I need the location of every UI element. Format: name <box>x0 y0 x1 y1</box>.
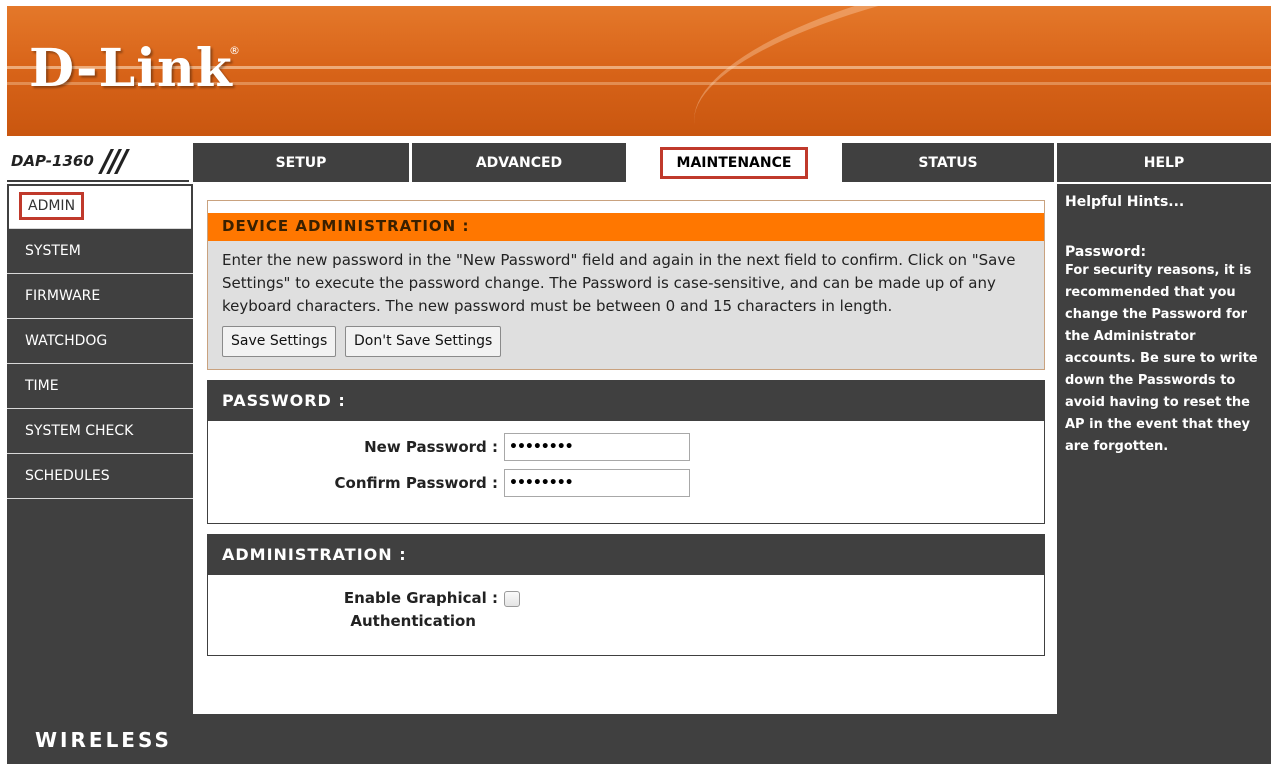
tab-maintenance[interactable]: MAINTENANCE <box>629 143 839 182</box>
sidebar-item-label: FIRMWARE <box>25 288 101 304</box>
model-badge: DAP-1360 /// <box>7 140 189 182</box>
graphical-auth-checkbox[interactable] <box>504 591 520 607</box>
sidebar-item-label: TIME <box>25 378 59 394</box>
tab-setup[interactable]: SETUP <box>193 143 409 182</box>
header-banner: D-Link ® <box>7 6 1271 136</box>
model-slash-icon: /// <box>101 144 128 179</box>
sidebar: ADMIN SYSTEM FIRMWARE WATCHDOG TIME SYST… <box>7 184 193 714</box>
main-content: DEVICE ADMINISTRATION : Enter the new pa… <box>193 184 1057 714</box>
section-title: PASSWORD : <box>208 381 1044 421</box>
tab-label: ADVANCED <box>475 154 563 171</box>
device-admin-description: Enter the new password in the "New Passw… <box>222 251 1016 315</box>
password-section: PASSWORD : New Password : •••••••• Confi… <box>207 380 1045 524</box>
footer: WIRELESS <box>7 714 1271 764</box>
section-title: DEVICE ADMINISTRATION : <box>208 201 1044 241</box>
sidebar-item-label: WATCHDOG <box>25 333 108 349</box>
registered-mark: ® <box>229 44 240 57</box>
sidebar-item-watchdog[interactable]: WATCHDOG <box>7 319 193 364</box>
sidebar-item-label: SYSTEM <box>25 243 81 259</box>
tab-label: SETUP <box>275 154 327 171</box>
graphical-auth-label-line2: Authentication <box>350 612 476 630</box>
tab-help[interactable]: HELP <box>1057 143 1271 182</box>
save-settings-button[interactable]: Save Settings <box>222 326 337 357</box>
tab-status[interactable]: STATUS <box>842 143 1054 182</box>
device-administration-section: DEVICE ADMINISTRATION : Enter the new pa… <box>207 200 1045 370</box>
top-nav: DAP-1360 /// SETUP ADVANCED MAINTENANCE … <box>7 140 1271 182</box>
confirm-password-label: Confirm Password : <box>334 474 498 492</box>
dont-save-settings-button[interactable]: Don't Save Settings <box>345 326 502 357</box>
administration-section: ADMINISTRATION : Enable Graphical : Auth… <box>207 534 1045 656</box>
section-title: ADMINISTRATION : <box>208 535 1044 575</box>
sidebar-item-label: SCHEDULES <box>25 468 110 484</box>
sidebar-item-label: SYSTEM CHECK <box>25 423 134 439</box>
confirm-password-field[interactable]: •••••••• <box>504 469 690 497</box>
tab-label: HELP <box>1143 154 1185 171</box>
sidebar-item-firmware[interactable]: FIRMWARE <box>7 274 193 319</box>
sidebar-item-label: ADMIN <box>19 192 85 220</box>
sidebar-item-admin[interactable]: ADMIN <box>9 186 191 229</box>
help-subtitle: Password: <box>1065 244 1147 260</box>
help-panel: Helpful Hints... Password: For security … <box>1057 184 1271 714</box>
new-password-field[interactable]: •••••••• <box>504 433 690 461</box>
tab-label: MAINTENANCE <box>659 146 809 179</box>
help-title: Helpful Hints... <box>1065 194 1185 210</box>
footer-wireless-text: WIRELESS <box>35 728 172 752</box>
help-body: For security reasons, it is recommended … <box>1065 263 1258 454</box>
router-admin-page: D-Link ® DAP-1360 /// SETUP ADVANCED MAI… <box>7 6 1271 764</box>
sidebar-item-system-check[interactable]: SYSTEM CHECK <box>7 409 193 454</box>
new-password-label: New Password : <box>364 438 498 456</box>
model-label: DAP-1360 <box>11 152 94 170</box>
sidebar-item-time[interactable]: TIME <box>7 364 193 409</box>
tab-advanced[interactable]: ADVANCED <box>412 143 626 182</box>
sidebar-item-schedules[interactable]: SCHEDULES <box>7 454 193 499</box>
sidebar-item-system[interactable]: SYSTEM <box>7 229 193 274</box>
dlink-logo: D-Link <box>29 38 233 99</box>
graphical-auth-label: Enable Graphical : <box>343 589 498 607</box>
tab-label: STATUS <box>918 154 978 171</box>
banner-swoosh <box>679 6 1271 136</box>
